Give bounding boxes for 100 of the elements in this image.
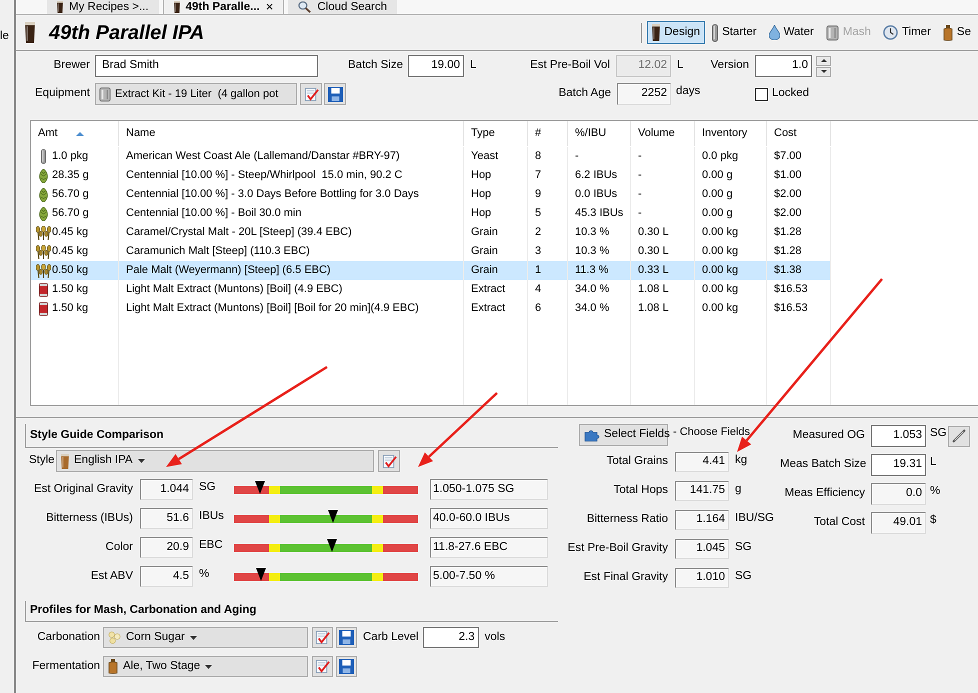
tool-button[interactable] (948, 426, 970, 446)
recipe-title: 49th Parallel IPA (49, 20, 204, 46)
tab[interactable]: My Recipes >... (47, 0, 159, 14)
carbonation-dropdown[interactable]: Corn Sugar (103, 627, 308, 648)
toolbar-button[interactable]: Starter (707, 21, 762, 44)
table-row[interactable]: 1.50 kg Light Malt Extract (Muntons) [Boil] (4.9 EBC) Extract 4 34.0 % 1.08 L 0.00 kg $16.53 (31, 280, 831, 299)
unit-label: L (677, 58, 684, 74)
input-field[interactable]: 19.31 (871, 454, 926, 476)
save-button[interactable] (324, 83, 346, 105)
table-row[interactable]: 56.70 g Centennial [10.00 %] - Boil 30.0 min Hop 5 45.3 IBUs - 0.00 g $2.00 (31, 204, 831, 223)
table-cell: Extract (464, 299, 528, 318)
input-field[interactable]: Brad Smith (95, 55, 318, 77)
column-header[interactable]: Volume (631, 121, 695, 146)
checkbox[interactable] (755, 88, 768, 100)
table-cell: 0.0 IBUs (568, 185, 631, 204)
table-row[interactable]: 1.50 kg Light Malt Extract (Muntons) [Boil] [Boil for 20 min](4.9 EBC) Extract 6 34.0 % 1.08 L 0.00 kg $16.53 (31, 299, 831, 318)
save-button[interactable] (336, 627, 357, 648)
puzzle-piece-icon (584, 428, 600, 442)
table-cell: Grain (464, 223, 528, 242)
table-cell: 9 (528, 185, 568, 204)
field-label: Fermentation (31, 658, 100, 674)
edit-button[interactable] (312, 656, 333, 677)
table-cell: 7 (528, 166, 568, 185)
notepad-check-icon (382, 454, 396, 468)
table-cell: Light Malt Extract (Muntons) [Boil] (4.9 EBC) (119, 280, 464, 299)
unit-label: EBC (199, 538, 224, 553)
column-header[interactable]: Name (119, 121, 464, 146)
input-field[interactable]: 1.053 (871, 425, 926, 447)
table-row[interactable]: 28.35 g Centennial [10.00 %] - Steep/Whirlpool 15.0 min, 90.2 C Hop 7 6.2 IBUs - 0.00 g $1.00 (31, 166, 831, 185)
table-cell: Centennial [10.00 %] - Steep/Whirlpool 15.0 min, 90.2 C (119, 166, 464, 185)
toolbar-button[interactable]: Timer (878, 21, 936, 44)
unit-label: $ (930, 513, 938, 528)
wheat-icon (36, 264, 50, 278)
input-field[interactable]: 19.00 (408, 55, 464, 77)
column-header[interactable]: # (528, 121, 568, 146)
input-field[interactable]: 2.3 (422, 627, 479, 648)
input-field[interactable]: 1.0 (755, 55, 812, 77)
tab[interactable]: 49th Paralle... × (162, 0, 284, 14)
readout-field: 20.9 (140, 537, 193, 558)
unit-label: kg (735, 453, 748, 468)
table-cell: 0.00 g (695, 204, 767, 223)
table-row[interactable]: 0.50 kg Pale Malt (Weyermann) [Steep] (6.5 EBC) Grain 1 11.3 % 0.33 L 0.00 kg $1.38 (31, 261, 831, 280)
toolbar-button[interactable]: Water (764, 21, 819, 44)
table-cell: Hop (464, 166, 528, 185)
clock-icon (882, 25, 898, 40)
edit-button[interactable] (378, 450, 400, 472)
table-cell: 0.00 kg (695, 280, 767, 299)
bottle-icon (108, 659, 118, 674)
table-cell: Yeast (464, 147, 528, 166)
table-cell: $1.00 (767, 166, 831, 185)
table-cell: 34.0 % (568, 299, 631, 318)
hop-cone-icon (38, 168, 48, 182)
column-header[interactable]: %/IBU (568, 121, 631, 146)
table-cell: $2.00 (767, 204, 831, 223)
column-header[interactable]: Amt (31, 121, 119, 146)
edit-button[interactable] (300, 83, 322, 105)
field-label: Carbonation (36, 630, 100, 645)
edit-button[interactable] (312, 627, 333, 648)
table-cell: 8 (528, 147, 568, 166)
column-header[interactable]: Cost (767, 121, 831, 146)
field-label: Est Pre-Boil Gravity (566, 541, 668, 556)
pot-icon (826, 24, 839, 40)
spinner-up-button[interactable] (816, 56, 831, 66)
column-header[interactable]: Type (464, 121, 528, 146)
table-cell: 1.08 L (631, 299, 695, 318)
pipette-icon (952, 429, 966, 443)
table-row[interactable]: 56.70 g Centennial [10.00 %] - 3.0 Days Before Bottling for 3.0 Days Hop 9 0.0 IBUs - 0.00 g $2.00 (31, 185, 831, 204)
table-cell-text: 1.50 kg (52, 301, 88, 316)
table-cell: Grain (464, 261, 528, 280)
table-cell: 0.00 g (695, 185, 767, 204)
table-cell: 1.08 L (631, 280, 695, 299)
toolbar-button[interactable]: Se (938, 21, 976, 44)
table-cell: 2 (528, 223, 568, 242)
table-cell: 0.33 L (631, 261, 695, 280)
field-label: Brewer (52, 58, 90, 74)
select-fields-button[interactable]: Select Fields (579, 424, 668, 446)
style-dropdown[interactable]: English IPA (56, 450, 374, 472)
close-button[interactable]: × (266, 0, 274, 14)
fermentation-dropdown[interactable]: Ale, Two Stage (103, 656, 308, 677)
unit-label: days (676, 84, 702, 99)
table-row[interactable]: 1.0 pkg American West Coast Ale (Lallemand/Danstar #BRY-97) Yeast 8 - - 0.0 pkg $7.00 (31, 147, 831, 166)
readout-field: 1.044 (140, 479, 193, 500)
disabled-field: 12.02 (616, 55, 671, 77)
save-button[interactable] (336, 656, 357, 677)
table-cell: - (631, 147, 695, 166)
table-cell: 0.00 g (695, 166, 767, 185)
tab[interactable]: Cloud Search (288, 0, 398, 14)
field-label: Meas Efficiency (784, 486, 865, 502)
beer-glass-icon (25, 22, 35, 43)
column-header[interactable]: Inventory (695, 121, 767, 146)
table-row[interactable]: 0.45 kg Caramel/Crystal Malt - 20L [Steep] (39.4 EBC) Grain 2 10.3 % 0.30 L 0.00 kg $1.28 (31, 223, 831, 242)
table-cell: Centennial [10.00 %] - 3.0 Days Before Bottling for 3.0 Days (119, 185, 464, 204)
spinner-down-button[interactable] (816, 66, 831, 76)
sidebar-text: le (0, 29, 10, 43)
equipment-dropdown[interactable]: Extract Kit - 19 Liter (4 gallon pot (95, 83, 297, 105)
toolbar-button[interactable]: Design (647, 21, 706, 44)
field-label: Total Grains (606, 454, 668, 470)
table-cell: - (631, 185, 695, 204)
bottle-icon (942, 24, 953, 40)
field-label: Batch Size (347, 58, 403, 74)
